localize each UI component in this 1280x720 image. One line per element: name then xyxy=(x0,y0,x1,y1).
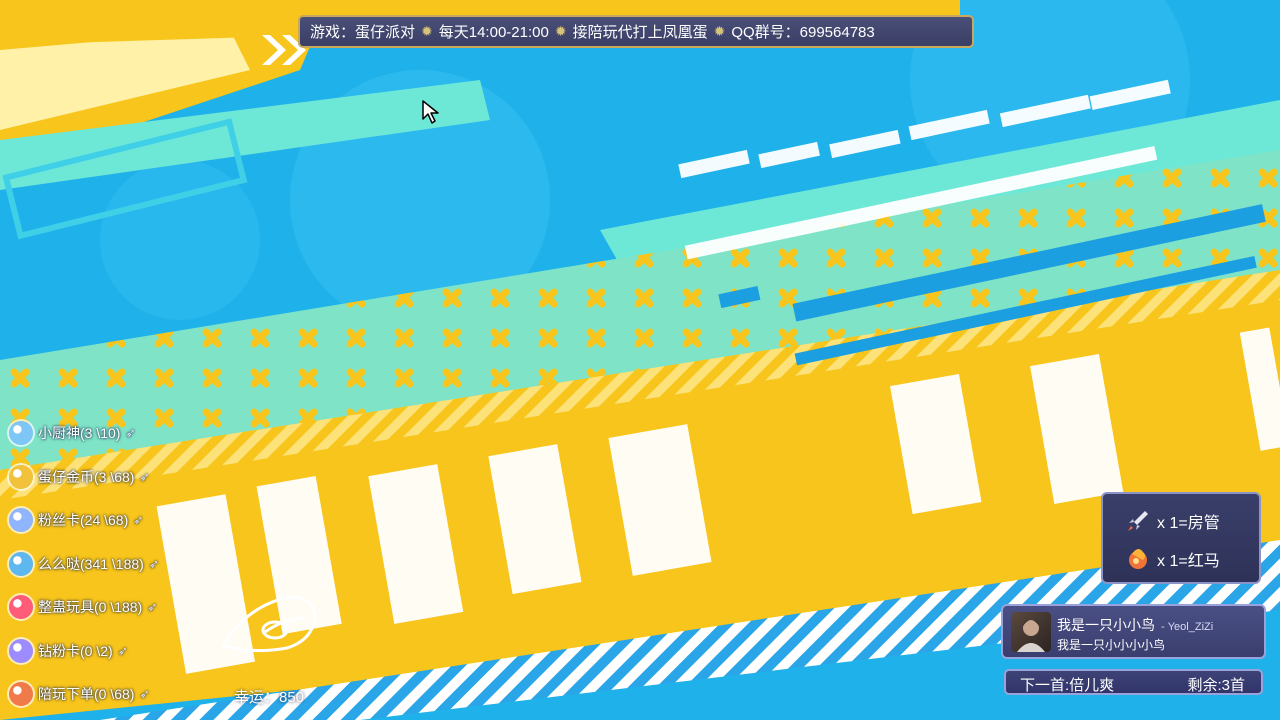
chef-icon xyxy=(9,421,33,445)
gift-item: 陪玩下单(0 \68) ➶ xyxy=(9,681,150,707)
gift-item: 钻粉卡(0 \2) ➶ xyxy=(9,638,128,664)
kiss-icon xyxy=(9,552,33,576)
gift-arrow-icon: ➶ xyxy=(117,644,128,658)
schedule-banner: 游戏：蛋仔派对 ✹ 每天14:00-21:00 ✹ 接陪玩代打上凤凰蛋 ✹ QQ… xyxy=(298,15,974,48)
lucky-value: 幸运：850 xyxy=(234,689,305,706)
gift-item: 小厨神(3 \10) ➶ xyxy=(9,420,136,446)
gift-arrow-icon: ➶ xyxy=(139,470,150,484)
songs-remaining: 剩余:3首 xyxy=(1187,677,1245,694)
gift-arrow-icon: ➶ xyxy=(125,426,136,440)
song-title-line: 我是一只小小鸟 - Yeol_ZiZi xyxy=(1057,615,1213,635)
now-playing-panel: 我是一只小小鸟 - Yeol_ZiZi 我是一只小小小小鸟 xyxy=(1001,604,1266,659)
gift-arrow-icon: ➶ xyxy=(139,687,150,701)
gift-label: 粉丝卡(24 \68) xyxy=(38,512,129,528)
qq-group: QQ群号：699564783 xyxy=(731,24,875,41)
admin-row-rocket: x 1=房管 xyxy=(1125,508,1220,534)
admin-row-fireball: x 1=红马 xyxy=(1125,546,1220,572)
fire-ball-icon xyxy=(1129,548,1147,569)
gear-separator-icon: ✹ xyxy=(554,23,567,39)
gift-item: 么么哒(341 \188) ➶ xyxy=(9,551,159,577)
service-info: 接陪玩代打上凤凰蛋 xyxy=(572,24,708,41)
schedule-time: 每天14:00-21:00 xyxy=(438,24,549,41)
song-queue-bar: 下一首:倍儿爽 剩余:3首 xyxy=(1004,669,1263,695)
prank-toy-icon xyxy=(9,595,33,619)
gift-item: 蛋仔金币(3 \68) ➶ xyxy=(9,464,150,490)
song-title: 我是一只小小鸟 xyxy=(1057,617,1155,633)
gift-arrow-icon: ➶ xyxy=(148,557,159,571)
next-song: 下一首:倍儿爽 xyxy=(1020,677,1115,694)
gear-separator-icon: ✹ xyxy=(421,23,433,39)
gift-label: 么么哒(341 \188) xyxy=(38,556,144,572)
admin-fireball-label: x 1=红马 xyxy=(1157,553,1220,570)
rocket-icon xyxy=(1128,511,1148,531)
gift-arrow-icon: ➶ xyxy=(147,600,158,614)
song-requester: 我是一只小小小小鸟 xyxy=(1057,638,1166,652)
gift-item: 粉丝卡(24 \68) ➶ xyxy=(9,507,143,533)
diamond-card-icon xyxy=(9,639,33,663)
stream-overlay: 游戏：蛋仔派对 ✹ 每天14:00-21:00 ✹ 接陪玩代打上凤凰蛋 ✹ QQ… xyxy=(0,0,1280,720)
gift-label: 整蛊玩具(0 \188) xyxy=(38,599,143,615)
admin-gift-panel: x 1=房管 x 1=红马 xyxy=(1101,492,1261,584)
coin-icon xyxy=(9,465,33,489)
mouse-cursor-icon xyxy=(422,100,439,124)
song-artist: - Yeol_ZiZi xyxy=(1161,621,1214,633)
gift-label: 小厨神(3 \10) xyxy=(38,425,121,441)
game-info: 游戏：蛋仔派对 xyxy=(310,24,416,41)
gift-label: 钻粉卡(0 \2) xyxy=(38,643,113,659)
gear-separator-icon: ✹ xyxy=(713,23,726,39)
gift-item: 整蛊玩具(0 \188) ➶ xyxy=(9,594,157,620)
fan-card-icon xyxy=(9,508,33,532)
gift-label: 蛋仔金币(3 \68) xyxy=(38,469,135,485)
gift-label: 陪玩下单(0 \68) xyxy=(38,686,135,702)
admin-rocket-label: x 1=房管 xyxy=(1157,515,1220,532)
lucky-bubble-icon xyxy=(220,595,317,653)
gift-arrow-icon: ➶ xyxy=(133,513,144,527)
order-icon xyxy=(9,682,33,706)
song-cover-avatar xyxy=(1011,612,1051,652)
